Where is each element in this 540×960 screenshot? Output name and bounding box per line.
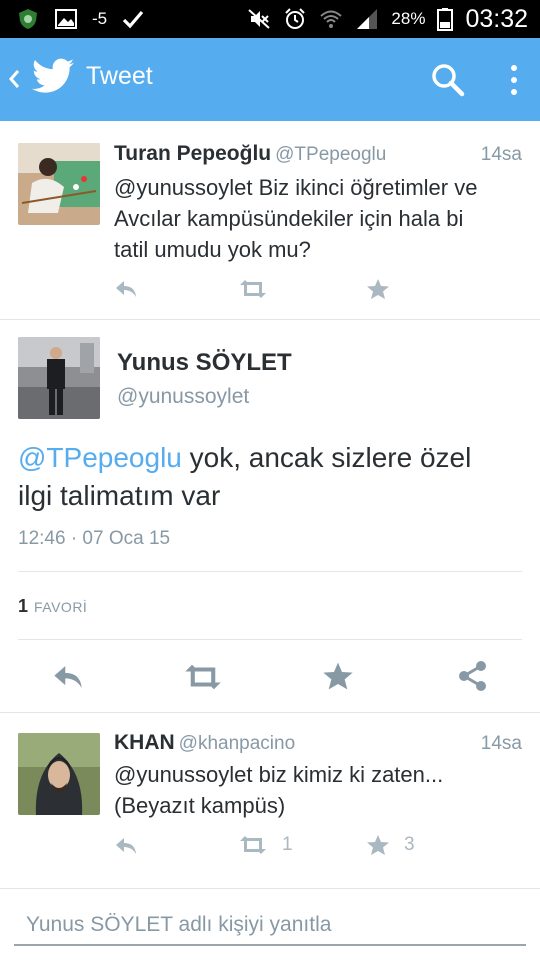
back-chevron-icon[interactable]: [7, 66, 21, 92]
notification-count: -5: [92, 9, 108, 28]
reply-input[interactable]: [14, 906, 526, 946]
page-title: Tweet: [86, 62, 153, 90]
retweet-button[interactable]: 1: [238, 834, 293, 856]
tweet-time: 14sa: [480, 144, 522, 165]
retweet-count: 1: [282, 834, 293, 855]
overflow-menu-icon[interactable]: [504, 60, 524, 100]
retweet-button[interactable]: [182, 662, 224, 692]
favorites-label: FAVORİ: [34, 599, 88, 615]
divider: [0, 319, 540, 320]
status-bar: -5 28% 03:32: [0, 0, 540, 38]
reply-icon: [54, 666, 82, 688]
favorites-count: 1: [18, 596, 29, 616]
mute-icon: [248, 9, 271, 29]
tweet-item[interactable]: KHAN @khanpacino 14sa @yunussoylet biz ki…: [0, 713, 540, 888]
tweet-author-name[interactable]: Turan Pepeoğlu: [114, 142, 271, 165]
tweet-text-line: @yunussoylet biz kimiz ki zaten...: [114, 762, 444, 787]
alarm-icon: [285, 8, 306, 29]
check-icon: [122, 10, 144, 29]
divider: [18, 571, 522, 572]
star-icon: [323, 662, 353, 690]
wifi-icon: [320, 10, 343, 28]
reply-button[interactable]: [114, 835, 138, 857]
retweet-button[interactable]: [238, 278, 268, 300]
avatar[interactable]: [18, 143, 100, 225]
signal-icon: [357, 9, 378, 29]
tweet-header: KHAN @khanpacino: [114, 730, 295, 755]
divider: [18, 639, 522, 640]
favorites-summary[interactable]: 1 FAVORİ: [18, 596, 87, 617]
favorite-button[interactable]: 3: [366, 834, 415, 856]
tweet-text-fragment: yok, ancak sizlere özel: [181, 442, 472, 473]
reply-button[interactable]: [114, 278, 138, 300]
tweet-text-line: tatil umudu yok mu?: [114, 237, 311, 262]
tweet-author-name[interactable]: Yunus SÖYLET: [117, 349, 292, 377]
tweet-author-handle[interactable]: @yunussoylet: [117, 385, 249, 409]
retweet-icon: [240, 280, 266, 298]
reply-button[interactable]: [51, 662, 85, 692]
tweet-text-line: Avcılar kampüsündekiler için hala bi: [114, 206, 464, 231]
image-notification-icon: [55, 9, 77, 29]
tweet-header: Turan Pepeoğlu @TPepeoglu: [114, 141, 386, 166]
tweet-datetime: 12:46 · 07 Oca 15: [18, 528, 171, 549]
divider: [0, 888, 540, 889]
shield-app-icon: [19, 9, 37, 29]
twitter-bird-icon[interactable]: [32, 58, 74, 94]
battery-percent: 28%: [391, 9, 426, 28]
tweet-text: @yunussoylet biz kimiz ki zaten... (Beya…: [114, 759, 524, 821]
share-icon: [459, 661, 486, 691]
tweet-text: @yunussoylet Biz ikinci öğretimler ve Av…: [114, 172, 524, 265]
retweet-icon: [240, 836, 266, 854]
favorite-button[interactable]: [366, 278, 390, 300]
star-icon: [367, 835, 389, 855]
reply-icon: [116, 838, 136, 854]
retweet-icon: [185, 664, 221, 690]
share-button[interactable]: [457, 660, 489, 692]
tweet-author-handle[interactable]: @TPepeoglu: [275, 144, 386, 165]
tweet-text-line: @TPepeoglu yok, ancak sizlere özel: [18, 439, 523, 477]
battery-icon: [437, 8, 454, 31]
mention-link[interactable]: @TPepeoglu: [18, 442, 182, 473]
reply-icon: [116, 281, 136, 297]
tweet-text-line: ilgi talimatım var: [18, 480, 221, 511]
app-bar: Tweet: [0, 38, 540, 121]
tweet-author-handle[interactable]: @khanpacino: [179, 733, 295, 754]
clock: 03:32: [465, 4, 528, 33]
tweet-time: 14sa: [480, 733, 522, 754]
avatar[interactable]: [18, 337, 100, 419]
search-icon[interactable]: [430, 62, 466, 98]
avatar[interactable]: [18, 733, 100, 815]
tweet-text-line: @yunussoylet Biz ikinci öğretimler ve: [114, 175, 478, 200]
favorite-button[interactable]: [322, 661, 354, 691]
tweet-text-line: (Beyazıt kampüs): [114, 793, 286, 818]
tweet-text: @TPepeoglu yok, ancak sizlere özel ilgi …: [18, 439, 523, 515]
tweet-author-name[interactable]: KHAN: [114, 731, 175, 754]
star-icon: [367, 279, 389, 299]
favorite-count: 3: [404, 834, 415, 855]
tweet-item[interactable]: Turan Pepeoğlu @TPepeoglu 14sa @yunussoyl…: [0, 121, 540, 319]
